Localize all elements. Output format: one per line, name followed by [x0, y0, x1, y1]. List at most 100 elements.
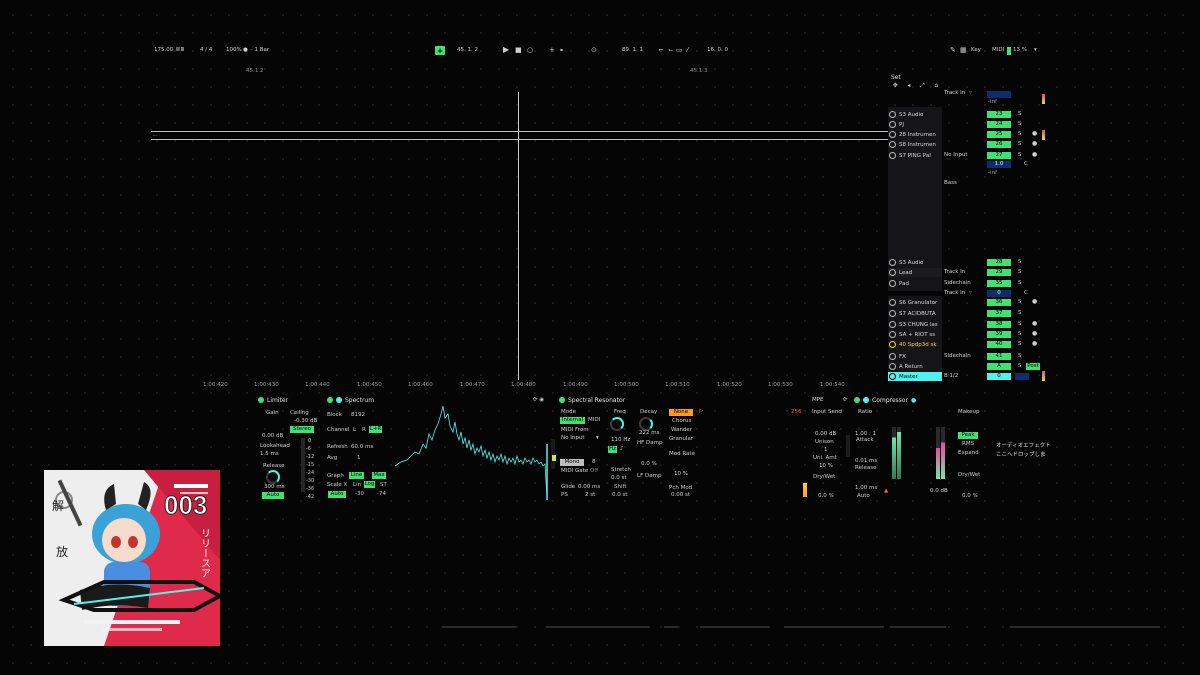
internal-button[interactable]: Internal: [560, 417, 585, 424]
track-item[interactable]: S6 Granulator: [888, 298, 942, 307]
solo-button[interactable]: S: [1018, 341, 1022, 347]
device-title[interactable]: Limiter: [258, 395, 288, 405]
scroll-strip[interactable]: [700, 626, 770, 628]
solo-button[interactable]: S: [1018, 310, 1022, 316]
track-volume[interactable]: 38: [987, 321, 1011, 328]
arrangement-marker[interactable]: 45.1.2: [246, 68, 264, 74]
range-low[interactable]: -30: [355, 491, 364, 497]
rms-button[interactable]: RMS: [962, 441, 974, 447]
master-volume[interactable]: 0: [987, 373, 1011, 380]
solo-button[interactable]: S: [1018, 111, 1022, 117]
record-arm-icon[interactable]: ●: [1032, 340, 1037, 347]
arrangement-marker[interactable]: 45.1.3: [690, 68, 708, 74]
ps-value[interactable]: 2 st: [585, 492, 595, 498]
decay-knob[interactable]: [639, 417, 653, 431]
solo-button[interactable]: S: [1018, 269, 1022, 275]
key-map-icon[interactable]: ▦: [960, 46, 967, 54]
track-volume[interactable]: 23: [987, 111, 1011, 118]
midi-button[interactable]: MIDI: [588, 417, 600, 423]
track-volume[interactable]: 26: [987, 141, 1011, 148]
power-icon[interactable]: [258, 397, 264, 403]
max-button[interactable]: Max: [372, 472, 386, 479]
track-volume[interactable]: 37: [987, 310, 1011, 317]
solo-button[interactable]: S: [1018, 363, 1022, 369]
output-value[interactable]: 0.0 dB: [930, 488, 948, 494]
add-button[interactable]: +: [435, 46, 445, 55]
solo-button[interactable]: S: [1018, 259, 1022, 265]
unison-value[interactable]: 1: [824, 447, 828, 453]
record-arm-icon[interactable]: ●: [1032, 130, 1037, 137]
cpu-menu-icon[interactable]: ▾: [1034, 47, 1037, 53]
midi-from-dropdown[interactable]: No Input: [561, 435, 584, 441]
track-item[interactable]: 40 Spdp3d sk: [888, 340, 942, 349]
time-signature[interactable]: 4 / 4: [200, 47, 212, 53]
scroll-strip[interactable]: [546, 626, 650, 628]
record-arm-icon[interactable]: ●: [1032, 330, 1037, 337]
track-volume[interactable]: 27: [987, 152, 1011, 159]
range-high[interactable]: -74: [377, 491, 386, 497]
crossfade-icon[interactable]: ✥: [893, 82, 898, 90]
track-item[interactable]: S3 Audio: [888, 258, 942, 267]
ceiling-value[interactable]: -0.30 dB: [294, 418, 317, 424]
glide-value[interactable]: 0.00 ms: [578, 484, 600, 490]
pan-box[interactable]: 1.0: [987, 161, 1011, 168]
granular-option[interactable]: Granular: [669, 436, 693, 442]
tempo-field[interactable]: 175.00: [154, 47, 173, 53]
freq-value[interactable]: 110 Hz: [611, 437, 630, 443]
link-icon[interactable]: ⚭: [559, 47, 564, 54]
record-quant-dropdown[interactable]: · 1 Bar: [251, 47, 269, 53]
track-volume[interactable]: 36: [987, 299, 1011, 306]
record-arm-icon[interactable]: ●: [1032, 140, 1037, 147]
record-arm-icon[interactable]: ●: [1032, 298, 1037, 305]
track-volume[interactable]: 41: [987, 353, 1011, 360]
shift-value[interactable]: 0.0 st: [612, 492, 628, 498]
volume-box[interactable]: 0: [987, 290, 1011, 297]
track-volume[interactable]: 35: [987, 280, 1011, 287]
track-item[interactable]: PJ: [888, 120, 942, 129]
master-track[interactable]: Master: [888, 372, 942, 381]
play-icon[interactable]: ▶: [503, 45, 509, 54]
auto-release-button[interactable]: Auto: [262, 492, 284, 499]
auto-range-button[interactable]: Auto: [328, 491, 346, 498]
device-title[interactable]: Spectral Resonator: [559, 395, 625, 405]
track-volume[interactable]: 25: [987, 131, 1011, 138]
pencil-icon[interactable]: ✎: [950, 46, 956, 54]
track-item[interactable]: S3 Audio: [888, 110, 942, 119]
device-title[interactable]: Compressor ●: [854, 395, 916, 405]
expand-icon[interactable]: ⤢: [920, 82, 925, 90]
power-icon[interactable]: [559, 397, 565, 403]
midi-gate-toggle[interactable]: Off: [590, 468, 598, 474]
track-item[interactable]: S8 Instrumen: [888, 140, 942, 149]
track-item[interactable]: S7 ACIDBUTA: [888, 309, 942, 318]
return-letter[interactable]: A: [987, 363, 1011, 370]
wander-option[interactable]: Wander: [671, 427, 692, 433]
expand-button[interactable]: Expand: [958, 450, 979, 456]
release-knob[interactable]: [266, 470, 280, 484]
record-arm-icon[interactable]: ●: [1032, 320, 1037, 327]
output-routing[interactable]: B 1/2: [944, 373, 958, 379]
track-item[interactable]: A Return: [888, 362, 942, 371]
block-value[interactable]: 8192: [351, 412, 365, 418]
no-input-label[interactable]: No Input: [944, 152, 967, 158]
punch-out-icon[interactable]: ⌙: [668, 46, 674, 54]
loop-length-field[interactable]: 16. 0. 0: [707, 47, 728, 53]
lookahead-value[interactable]: 1.5 ms: [260, 451, 279, 457]
solo-button[interactable]: S: [1018, 280, 1022, 286]
solo-button[interactable]: S: [1018, 321, 1022, 327]
song-position[interactable]: 45. 1. 2: [457, 47, 478, 53]
dry-wet-value[interactable]: 0.0 %: [818, 493, 834, 499]
track-item[interactable]: SA + RIOT ss: [888, 330, 942, 339]
scroll-strip[interactable]: [664, 626, 678, 628]
chevron-down-icon[interactable]: ▿: [969, 90, 972, 96]
release-value[interactable]: 300 ms: [264, 484, 284, 490]
scroll-strip[interactable]: [890, 626, 946, 628]
log-button[interactable]: Log: [364, 481, 375, 488]
unison-amount-value[interactable]: 10 %: [819, 463, 833, 469]
device-options-icon[interactable]: ⟳: [843, 397, 848, 403]
input-send-value[interactable]: 0.00 dB: [815, 431, 836, 437]
track-item[interactable]: S3 CHUNG las: [888, 320, 942, 329]
solo-button[interactable]: S: [1018, 353, 1022, 359]
release-value[interactable]: 1.00 ms: [855, 485, 877, 491]
solo-button[interactable]: S: [1018, 152, 1022, 158]
arrow-left-icon[interactable]: ◂: [907, 82, 910, 90]
